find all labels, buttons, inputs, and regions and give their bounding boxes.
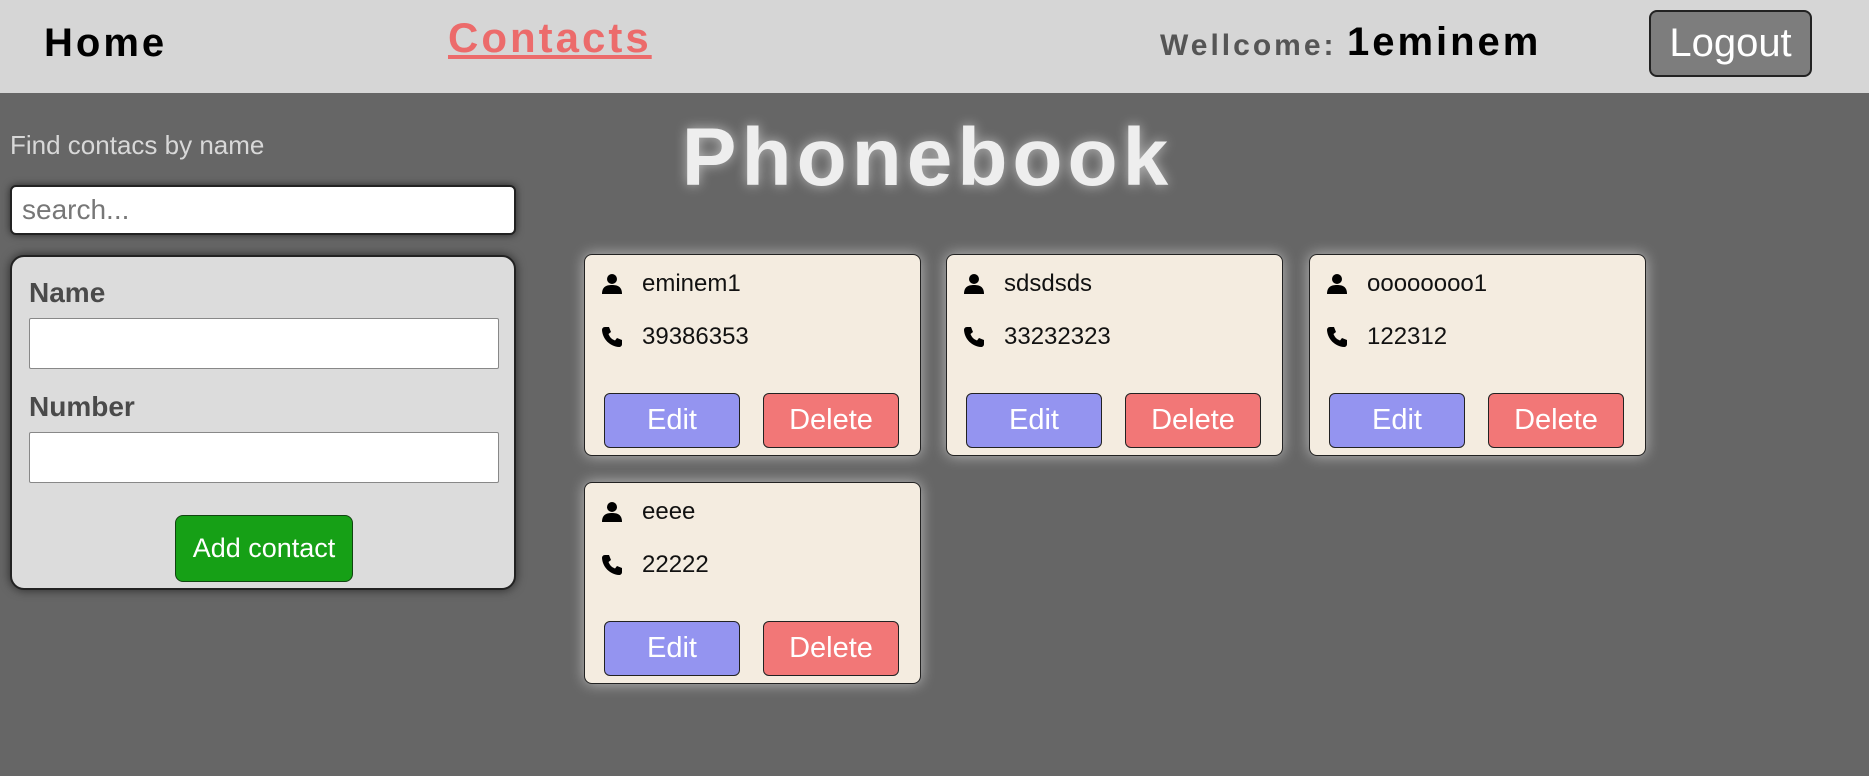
contact-name-row: eeee (600, 498, 695, 526)
contact-number: 122312 (1367, 323, 1448, 350)
number-field-label: Number (29, 391, 135, 422)
number-field[interactable] (29, 432, 499, 483)
logout-button[interactable]: Logout (1649, 10, 1812, 77)
delete-button[interactable]: Delete (1488, 393, 1624, 448)
phone-icon (964, 327, 984, 347)
top-nav-bar: Home Contacts Wellcome: 1eminem Logout (0, 0, 1869, 93)
contact-name: sdsdsds (1004, 270, 1093, 297)
phone-icon (1327, 327, 1347, 347)
contact-number: 33232323 (1004, 323, 1111, 350)
name-field[interactable] (29, 318, 499, 369)
edit-button[interactable]: Edit (604, 621, 740, 676)
name-field-label: Name (29, 277, 106, 308)
user-icon (602, 274, 622, 294)
contact-name-row: oooooooo1 (1325, 270, 1487, 298)
user-icon (1327, 274, 1347, 294)
delete-button[interactable]: Delete (1125, 393, 1261, 448)
contact-number-row: 33232323 (962, 323, 1111, 351)
nav-link-home[interactable]: Home (44, 18, 167, 68)
welcome-label: Wellcome: (1160, 29, 1337, 62)
edit-button[interactable]: Edit (604, 393, 740, 448)
contact-card: oooooooo1 122312 Edit Delete (1309, 254, 1646, 456)
username: 1eminem (1346, 20, 1542, 64)
delete-button[interactable]: Delete (763, 621, 899, 676)
contact-number: 39386353 (642, 323, 749, 350)
nav-link-contacts[interactable]: Contacts (448, 13, 652, 63)
edit-button[interactable]: Edit (1329, 393, 1465, 448)
contact-name: eeee (642, 498, 696, 525)
welcome-message: Wellcome: 1eminem (1160, 17, 1541, 76)
contact-name-row: eminem1 (600, 270, 741, 298)
contact-number-row: 39386353 (600, 323, 749, 351)
contact-name-row: sdsdsds (962, 270, 1092, 298)
search-label: Find contacs by name (10, 130, 265, 160)
search-input[interactable] (10, 185, 516, 235)
contact-name: oooooooo1 (1367, 270, 1488, 297)
edit-button[interactable]: Edit (966, 393, 1102, 448)
contact-number-row: 22222 (600, 551, 709, 579)
user-icon (964, 274, 984, 294)
user-icon (602, 502, 622, 522)
add-contact-button[interactable]: Add contact (175, 515, 353, 582)
contact-number-row: 122312 (1325, 323, 1447, 351)
contact-number: 22222 (642, 551, 709, 578)
phone-icon (602, 327, 622, 347)
phone-icon (602, 555, 622, 575)
add-contact-form: Name Number Add contact (10, 255, 516, 590)
delete-button[interactable]: Delete (763, 393, 899, 448)
contact-card: sdsdsds 33232323 Edit Delete (946, 254, 1283, 456)
contact-card: eeee 22222 Edit Delete (584, 482, 921, 684)
contact-card: eminem1 39386353 Edit Delete (584, 254, 921, 456)
contact-name: eminem1 (642, 270, 741, 297)
